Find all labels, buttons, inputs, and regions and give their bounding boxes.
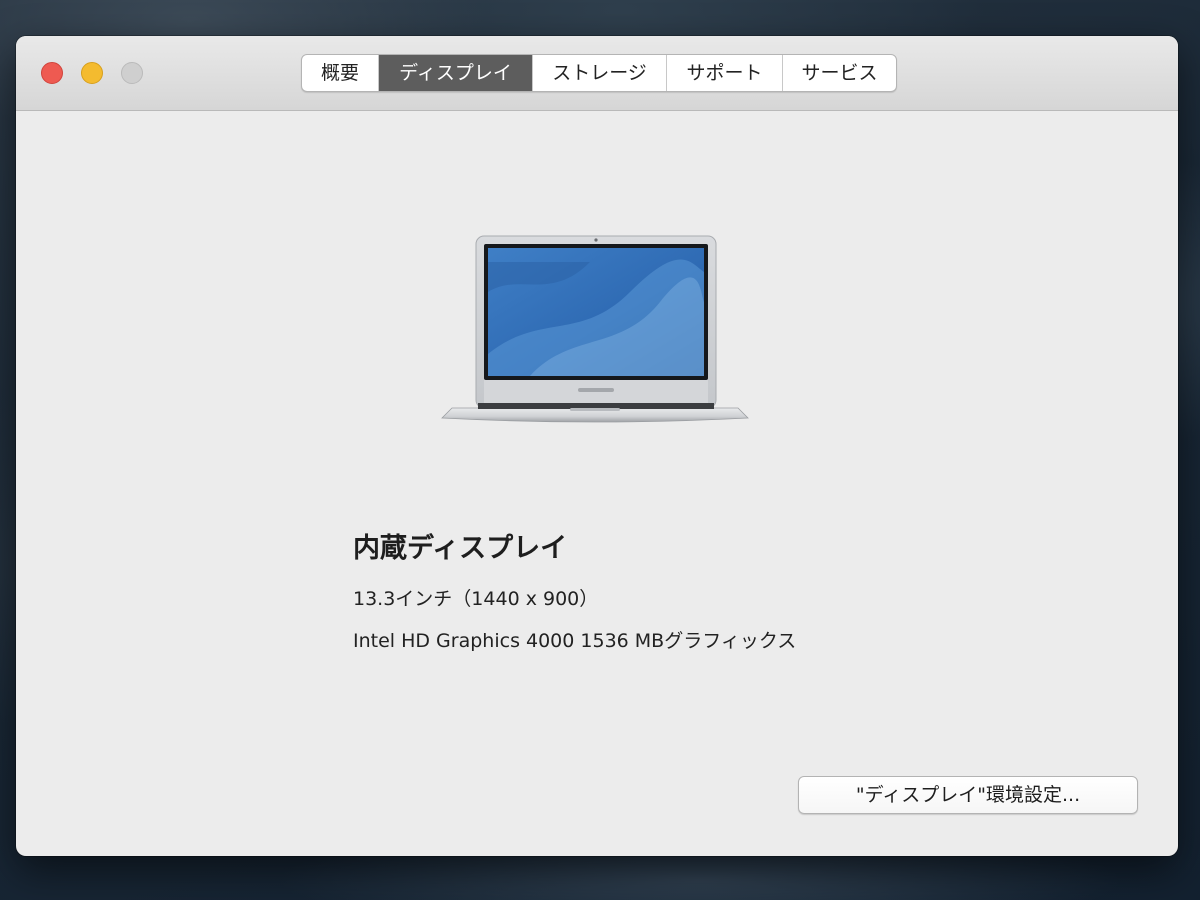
close-button[interactable] xyxy=(41,62,63,84)
tab-overview[interactable]: 概要 xyxy=(302,55,378,91)
about-this-mac-window: 概要 ディスプレイ ストレージ サポート サービス 内蔵ディスプレイ 13.3イ… xyxy=(16,36,1178,856)
title-bar: 概要 ディスプレイ ストレージ サポート サービス xyxy=(16,36,1178,111)
display-name: 内蔵ディスプレイ xyxy=(353,533,568,564)
display-preferences-button[interactable]: "ディスプレイ"環境設定... xyxy=(798,776,1138,814)
macbook-air-icon xyxy=(441,235,749,423)
tab-service[interactable]: サービス xyxy=(782,55,896,91)
tab-displays[interactable]: ディスプレイ xyxy=(378,55,532,91)
graphics-info: Intel HD Graphics 4000 1536 MBグラフィックス xyxy=(353,630,797,652)
display-size-resolution: 13.3インチ（1440 x 900） xyxy=(353,588,599,610)
tab-bar: 概要 ディスプレイ ストレージ サポート サービス xyxy=(301,54,897,92)
tab-storage[interactable]: ストレージ xyxy=(532,55,666,91)
zoom-button[interactable] xyxy=(121,62,143,84)
tab-support[interactable]: サポート xyxy=(666,55,782,91)
minimize-button[interactable] xyxy=(81,62,103,84)
